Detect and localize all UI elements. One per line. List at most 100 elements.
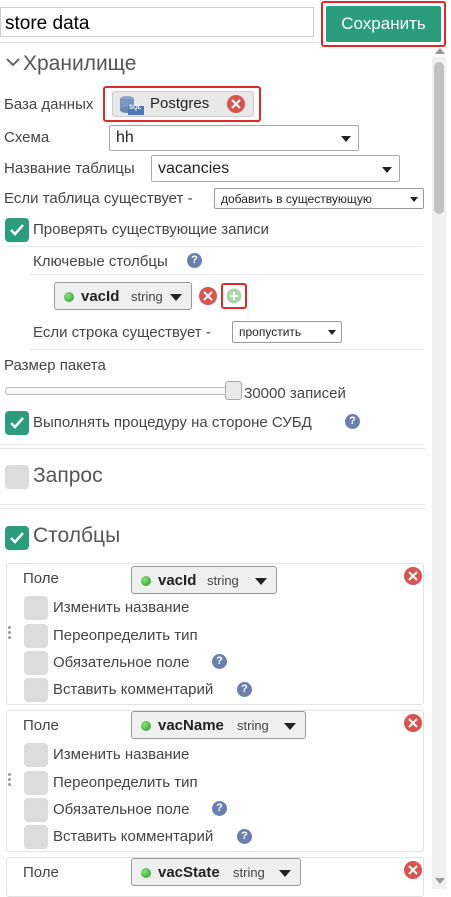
query-checkbox[interactable] [5,465,29,489]
field-chip[interactable]: vacName string [131,711,306,739]
remove-column-icon[interactable] [404,861,422,879]
database-label: База данных [4,96,94,113]
override-type-label[interactable]: Переопределить тип [53,627,198,644]
remove-column-icon[interactable] [404,714,422,732]
remove-database-icon[interactable] [227,95,245,113]
chevron-down-icon [255,578,267,585]
columns-section-title[interactable]: Столбцы [33,524,120,548]
divider [5,246,423,247]
help-icon[interactable]: ? [237,829,252,844]
field-name: vacId [158,572,197,589]
status-dot-icon [141,868,151,878]
remove-column-icon[interactable] [404,567,422,585]
status-dot-icon [64,292,74,302]
chevron-down-icon [284,723,296,730]
field-label: Поле [23,864,59,881]
columns-checkbox[interactable] [5,526,29,550]
status-dot-icon [141,721,151,731]
field-label: Поле [23,717,59,734]
required-field-label[interactable]: Обязательное поле [53,654,189,671]
chevron-down-icon[interactable] [6,57,20,67]
comment-checkbox[interactable] [24,678,48,702]
check-existing-label[interactable]: Проверять существующие записи [33,221,269,238]
title-input[interactable]: store data [0,7,314,37]
chevron-down-icon [410,196,418,202]
divider [30,349,423,350]
batch-size-value: 30000 записей [244,385,346,402]
field-type: string [237,718,269,733]
if-row-exists-dropdown[interactable]: пропустить [232,321,342,343]
help-icon[interactable]: ? [345,414,360,429]
add-key-column-highlight [221,283,247,309]
field-chip[interactable]: vacId string [131,566,277,594]
rename-label[interactable]: Изменить название [53,599,189,616]
override-type-checkbox[interactable] [24,771,48,795]
add-key-column-icon[interactable] [226,288,242,304]
database-name: Postgres [150,95,210,112]
section-divider [0,444,425,445]
help-icon[interactable]: ? [237,682,252,697]
checkmark-icon [10,532,24,544]
if-table-exists-dropdown[interactable]: добавить в существующую [214,188,424,209]
database-chip[interactable]: SQL Postgres [112,91,254,117]
if-row-exists-label: Если строка существует - [33,324,211,341]
checkmark-icon [10,417,24,429]
key-columns-label: Ключевые столбцы [33,253,168,270]
remove-key-column-icon[interactable] [199,287,217,305]
rename-checkbox[interactable] [24,743,48,767]
save-button[interactable]: Сохранить [326,6,441,42]
drag-handle-icon[interactable] [8,773,12,788]
server-procedure-label[interactable]: Выполнять процедуру на стороне СУБД [33,414,312,431]
divider [30,274,423,275]
if-table-exists-label: Если таблица существует - [4,190,193,207]
schema-value: hh [116,129,134,146]
field-chip[interactable]: vacState string [131,858,301,886]
batch-size-slider[interactable] [5,387,238,395]
check-existing-checkbox[interactable] [5,218,29,242]
table-name-dropdown[interactable]: vacancies [151,155,400,182]
database-icon-text: SQL [129,105,142,111]
section-divider [0,448,425,449]
help-icon[interactable]: ? [212,654,227,669]
chevron-down-icon [328,330,336,335]
column-card: Поле vacName string Изменить название Пе… [6,710,424,852]
query-section-title[interactable]: Запрос [33,464,103,488]
key-column-type: string [131,289,163,304]
column-card: Поле vacId string Изменить название Пере… [6,563,424,705]
override-type-label[interactable]: Переопределить тип [53,774,198,791]
section-divider [0,504,425,505]
help-icon[interactable]: ? [212,801,227,816]
storage-section-title[interactable]: Хранилище [23,52,136,76]
rename-label[interactable]: Изменить название [53,746,189,763]
drag-handle-icon[interactable] [8,626,12,641]
chevron-down-icon [341,136,351,142]
if-row-exists-value: пропустить [239,325,302,339]
rename-checkbox[interactable] [24,596,48,620]
scroll-up-arrow-icon[interactable] [435,48,445,54]
server-procedure-checkbox[interactable] [5,411,29,435]
comment-label[interactable]: Вставить комментарий [53,828,213,845]
required-field-checkbox[interactable] [24,798,48,822]
scrollbar-thumb[interactable] [434,62,444,214]
status-dot-icon [141,576,151,586]
scroll-down-arrow-icon[interactable] [435,878,445,884]
key-column-chip[interactable]: vacId string [54,282,192,310]
save-button-highlight: Сохранить [321,1,446,47]
field-type: string [233,865,265,880]
chevron-down-icon [279,870,291,877]
help-icon[interactable]: ? [187,253,202,268]
chevron-down-icon [170,294,182,301]
schema-dropdown[interactable]: hh [109,125,359,151]
required-field-label[interactable]: Обязательное поле [53,801,189,818]
key-column-name: vacId [81,288,120,305]
override-type-checkbox[interactable] [24,624,48,648]
comment-checkbox[interactable] [24,825,48,849]
chevron-down-icon [382,166,392,173]
comment-label[interactable]: Вставить комментарий [53,681,213,698]
field-type: string [207,573,239,588]
field-name: vacName [158,717,224,734]
if-table-exists-value: добавить в существующую [221,191,372,206]
required-field-checkbox[interactable] [24,651,48,675]
field-label: Поле [23,570,59,587]
batch-size-slider-handle[interactable] [225,381,242,400]
